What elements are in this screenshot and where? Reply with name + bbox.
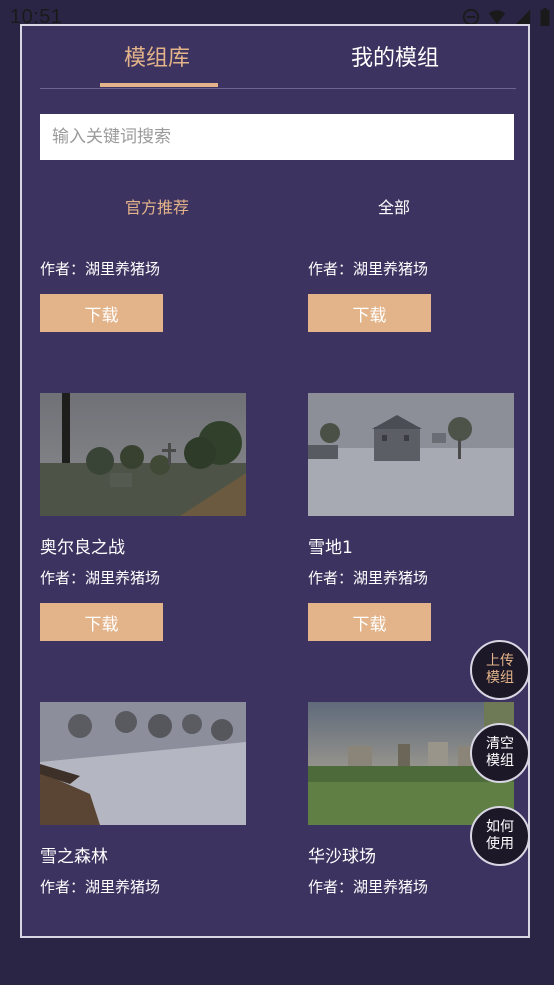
battery-icon — [540, 8, 550, 26]
mod-author: 作者：湖里养猪场 — [308, 878, 429, 896]
tab-my-mods[interactable]: 我的模组 — [351, 40, 439, 72]
how-to-use-label-line2: 使用 — [486, 836, 514, 852]
search-input[interactable] — [40, 114, 514, 160]
tab-bar: 模组库 我的模组 — [40, 26, 516, 89]
mod-panel: 模组库 我的模组 官方推荐 全部 作者：湖里养猪场 下载 作者：湖里养猪场 下载 — [20, 24, 530, 938]
mod-title: 华沙球场 — [308, 847, 376, 867]
clear-mods-button[interactable]: 清空 模组 — [470, 723, 530, 783]
orleans-battle-image — [40, 393, 246, 516]
snow-forest-image — [40, 702, 246, 825]
filter-official-recommended[interactable]: 官方推荐 — [125, 194, 189, 218]
download-button[interactable]: 下载 — [40, 603, 163, 641]
mod-author: 作者：湖里养猪场 — [40, 569, 161, 587]
mod-thumbnail[interactable] — [308, 393, 514, 516]
mod-title: 雪地1 — [308, 538, 353, 558]
tab-active-indicator — [100, 83, 218, 87]
tab-mod-library[interactable]: 模组库 — [124, 40, 190, 72]
snowfield-image — [308, 393, 514, 516]
upload-mod-button[interactable]: 上传 模组 — [470, 640, 530, 700]
download-button[interactable]: 下载 — [308, 603, 431, 641]
how-to-use-label-line1: 如何 — [486, 819, 514, 835]
mod-author: 作者：湖里养猪场 — [40, 878, 161, 896]
download-button[interactable]: 下载 — [308, 294, 431, 332]
how-to-use-button[interactable]: 如何 使用 — [470, 806, 530, 866]
mod-title: 雪之森林 — [40, 847, 108, 867]
mod-author: 作者：湖里养猪场 — [308, 569, 429, 587]
mod-author: 作者：湖里养猪场 — [308, 260, 429, 278]
upload-mod-label-line2: 模组 — [486, 670, 514, 686]
mod-thumbnail[interactable] — [40, 393, 246, 516]
clear-mods-label-line1: 清空 — [486, 736, 514, 752]
clear-mods-label-line2: 模组 — [486, 753, 514, 769]
mod-author: 作者：湖里养猪场 — [40, 260, 161, 278]
mod-thumbnail[interactable] — [40, 702, 246, 825]
download-button[interactable]: 下载 — [40, 294, 163, 332]
upload-mod-label-line1: 上传 — [486, 653, 514, 669]
mod-title: 奥尔良之战 — [40, 538, 125, 558]
filter-all[interactable]: 全部 — [378, 194, 410, 218]
